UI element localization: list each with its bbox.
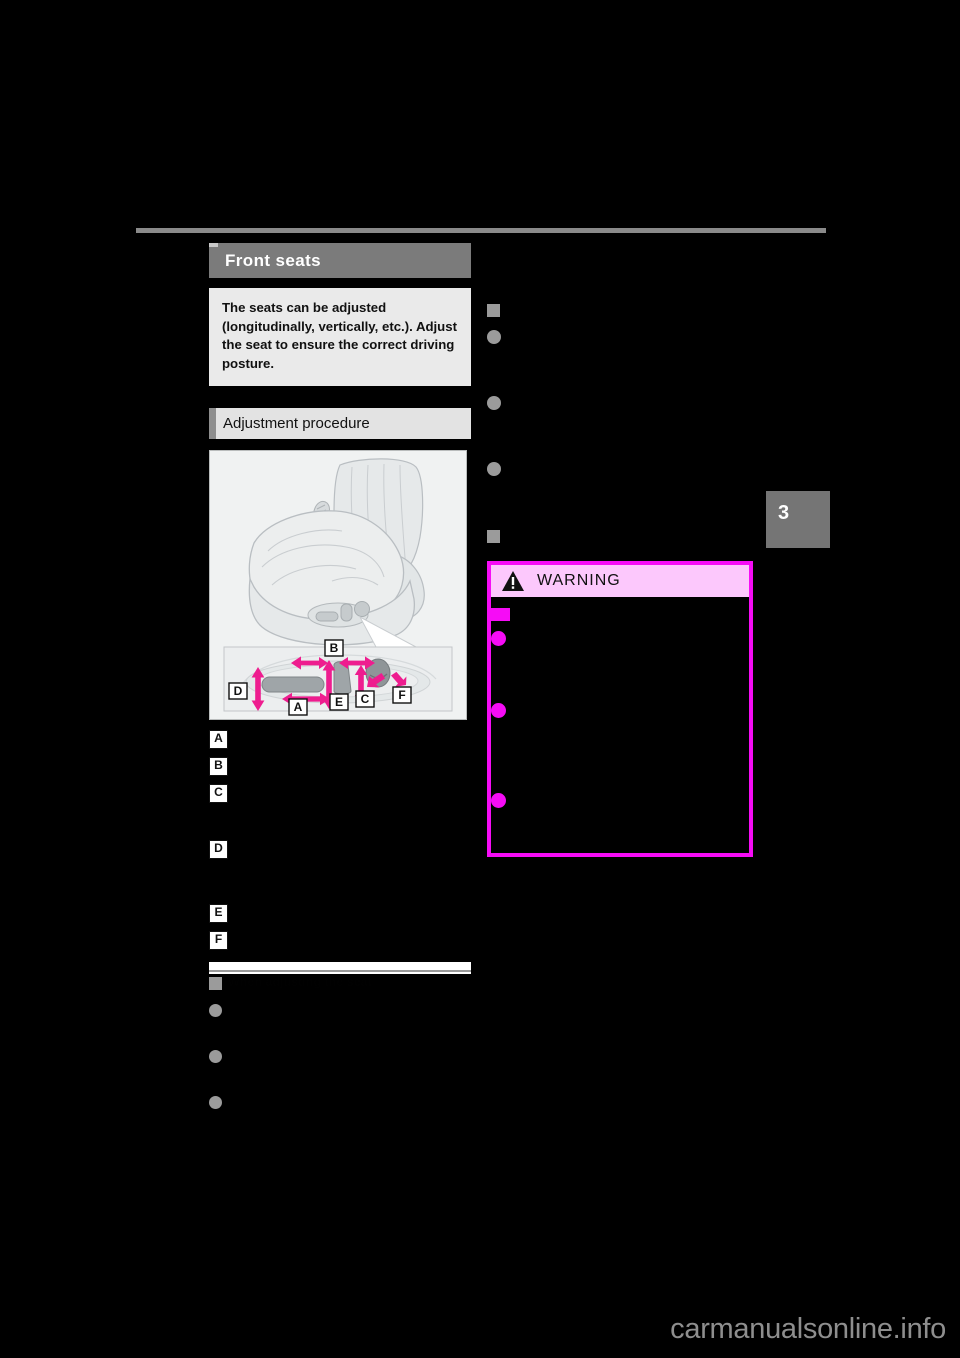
warning-item-3 xyxy=(491,701,743,787)
callout-item-c: C xyxy=(209,783,471,818)
warning-bullet-dot-icon xyxy=(491,793,506,808)
callout-badge-c: C xyxy=(209,783,228,803)
chapter-number: 3 xyxy=(778,502,790,524)
inset-badge-A: A xyxy=(288,698,308,716)
seat-adjustment-figure: B D A E C F xyxy=(209,449,467,720)
right-item-2 xyxy=(487,328,753,380)
right-text-5 xyxy=(506,528,753,545)
notice-item-2 xyxy=(209,1047,471,1082)
warning-bullet-dot-icon xyxy=(491,631,506,646)
callout-badge-d: D xyxy=(209,839,228,859)
callout-item-b: B xyxy=(209,756,471,776)
notice-text-3 xyxy=(228,1093,471,1114)
right-item-1 xyxy=(487,302,753,319)
right-text-1 xyxy=(506,302,753,319)
right-text-2 xyxy=(507,328,753,380)
bullet-dot-icon xyxy=(487,462,501,476)
callout-text-e xyxy=(235,903,471,921)
svg-text:D: D xyxy=(234,684,243,698)
bullet-dot-icon xyxy=(209,1003,222,1017)
notice-rule xyxy=(209,969,471,972)
notice-square-marker xyxy=(209,976,222,990)
right-item-5 xyxy=(487,528,753,545)
warning-triangle-icon xyxy=(502,571,524,591)
left-column: Front seats The seats can be adjusted (l… xyxy=(209,243,471,1114)
warning-text-4 xyxy=(511,791,743,839)
callout-badge-e: E xyxy=(209,903,228,923)
inset-badge-F: F xyxy=(392,686,412,704)
subsection-title: Adjustment procedure xyxy=(223,414,370,432)
right-text-3 xyxy=(507,394,753,446)
callout-text-d xyxy=(235,839,471,874)
warning-label: WARNING xyxy=(537,572,621,589)
warning-square-marker-icon xyxy=(491,608,510,621)
page-top-rule xyxy=(136,228,826,233)
callout-item-e: E xyxy=(209,903,471,923)
site-watermark: carmanualsonline.info xyxy=(670,1313,946,1345)
warning-header: WARNING xyxy=(491,565,749,597)
subsection-heading: Adjustment procedure xyxy=(209,407,471,439)
right-text-4 xyxy=(507,460,753,512)
notice-separator xyxy=(209,961,471,974)
warning-box: WARNING xyxy=(487,561,753,857)
svg-text:F: F xyxy=(398,688,405,702)
inset-badge-D: D xyxy=(228,682,248,700)
callout-item-f: F xyxy=(209,930,471,950)
right-column: WARNING xyxy=(487,243,753,857)
svg-text:B: B xyxy=(330,641,339,655)
manual-page: 3 Front seats The seats can be adjusted … xyxy=(0,0,960,1358)
warning-text-1 xyxy=(515,605,743,622)
bullet-dot-icon xyxy=(209,1049,222,1063)
warning-item-4 xyxy=(491,791,743,839)
notice-text-2 xyxy=(228,1047,471,1082)
callout-badge-b: B xyxy=(209,756,228,776)
intro-text: The seats can be adjusted (longitudinall… xyxy=(222,300,457,372)
warning-text-3 xyxy=(511,701,743,787)
callout-text-b xyxy=(235,756,471,774)
inset-badge-E: E xyxy=(329,693,349,711)
svg-text:A: A xyxy=(294,700,303,714)
section-banner: Front seats xyxy=(209,243,471,278)
warning-item-2 xyxy=(491,629,743,697)
bullet-dot-icon xyxy=(209,1095,222,1109)
callout-text-f xyxy=(235,930,471,948)
callout-item-d: D xyxy=(209,839,471,874)
warning-bullet-dot-icon xyxy=(491,703,506,718)
notice-title: When adjusting the seat xyxy=(228,974,372,989)
bullet-dot-icon xyxy=(487,396,501,410)
svg-text:C: C xyxy=(361,692,370,706)
chapter-tab[interactable]: 3 xyxy=(766,491,830,548)
notice-item-3 xyxy=(209,1093,471,1114)
intro-box: The seats can be adjusted (longitudinall… xyxy=(209,288,471,386)
warning-body xyxy=(491,597,749,853)
notice-heading: When adjusting the seat xyxy=(209,975,471,990)
callout-badge-a: A xyxy=(209,729,228,749)
inset-badge-C: C xyxy=(355,690,375,708)
callout-list: A B C D E F xyxy=(209,729,471,950)
svg-text:E: E xyxy=(335,695,343,709)
square-marker-icon xyxy=(487,530,500,543)
right-item-3 xyxy=(487,394,753,446)
callout-item-a: A xyxy=(209,729,471,749)
notice-text-1 xyxy=(228,1001,471,1036)
page-title: Front seats xyxy=(225,250,322,270)
notice-item-1 xyxy=(209,1001,471,1036)
callout-text-a xyxy=(235,729,471,747)
warning-item-1 xyxy=(491,605,743,622)
warning-text-2 xyxy=(511,629,743,697)
inset-badge-B: B xyxy=(324,639,344,657)
seat-illustration: B D A E C F xyxy=(210,450,466,719)
square-marker-icon xyxy=(487,304,500,317)
callout-badge-f: F xyxy=(209,930,228,950)
callout-text-c xyxy=(235,783,471,818)
right-item-4 xyxy=(487,460,753,512)
bullet-dot-icon xyxy=(487,330,501,344)
